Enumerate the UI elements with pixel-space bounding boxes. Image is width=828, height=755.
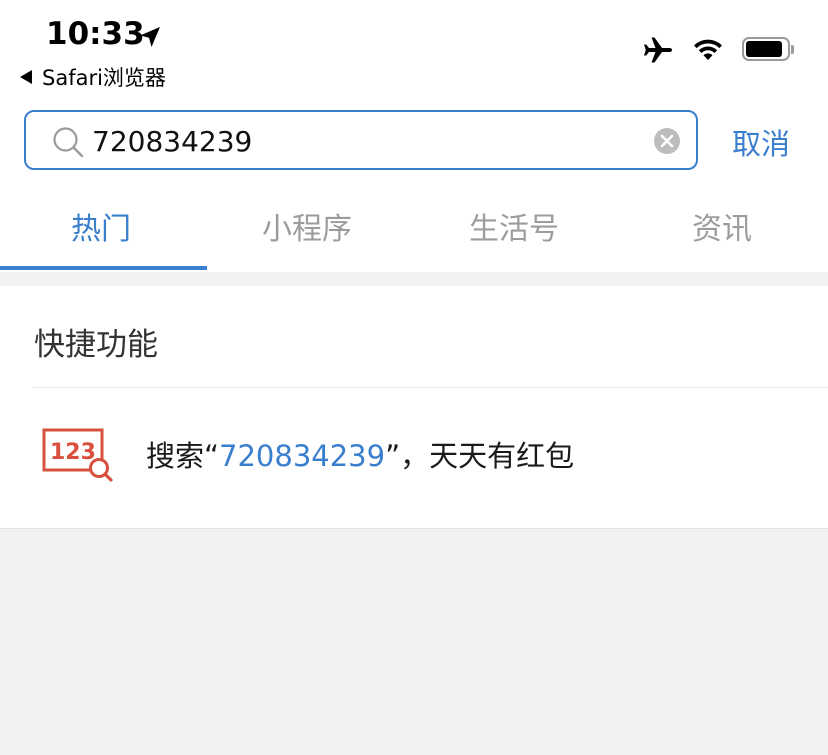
- label-prefix: 搜索“: [146, 439, 220, 473]
- wifi-icon: [694, 39, 722, 60]
- back-to-app-link[interactable]: Safari浏览器: [20, 62, 166, 92]
- search-icon: [53, 127, 84, 158]
- label-suffix: ”，天天有红包: [385, 439, 575, 473]
- quick-search-item[interactable]: 123 搜索“720834239”，天天有红包: [0, 388, 828, 528]
- search-query-text: 720834239: [92, 125, 253, 158]
- status-time: 10:33: [46, 16, 145, 52]
- cancel-button[interactable]: 取消: [732, 121, 790, 163]
- status-icons: [642, 36, 794, 64]
- battery-icon: [742, 37, 794, 63]
- label-keyword: 720834239: [219, 439, 386, 473]
- active-tab-indicator: [0, 266, 207, 270]
- tab-life-accounts[interactable]: 生活号: [469, 204, 559, 248]
- back-triangle-icon: [20, 70, 32, 84]
- location-arrow-icon: [140, 27, 160, 47]
- quick-functions-card: 快捷功能 123 搜索“720834239”，天天有红包: [0, 286, 828, 529]
- svg-text:123: 123: [50, 440, 96, 465]
- section-title: 快捷功能: [34, 327, 158, 363]
- tab-mini-programs[interactable]: 小程序: [262, 204, 352, 248]
- top-panel: 10:33 Safari浏览器 720834239 取消 热门 小程序 生活号 …: [0, 0, 828, 272]
- back-app-label: Safari浏览器: [42, 66, 166, 90]
- tab-news[interactable]: 资讯: [692, 204, 752, 248]
- search-input[interactable]: 720834239: [24, 110, 698, 170]
- number-search-icon: 123: [42, 428, 113, 482]
- clear-icon[interactable]: [653, 127, 681, 155]
- airplane-icon: [644, 37, 672, 63]
- tab-hot[interactable]: 热门: [71, 204, 131, 248]
- quick-search-label: 搜索“720834239”，天天有红包: [146, 433, 574, 475]
